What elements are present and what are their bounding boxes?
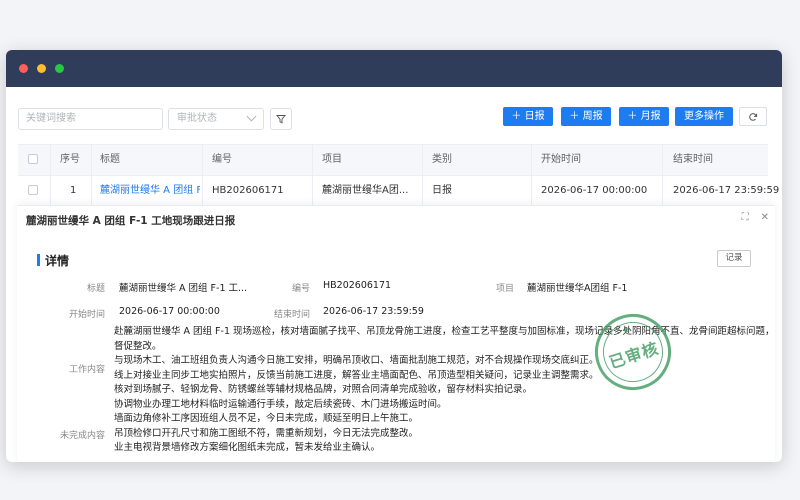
row-code: HB202606171 bbox=[212, 185, 284, 196]
panel-title: 麓湖丽世缦华 A 团组 F-1 工地现场跟进日报 bbox=[26, 215, 236, 227]
start-label: 开始时间 bbox=[68, 310, 105, 320]
content-label: 工作内容 bbox=[68, 365, 105, 375]
unfinished-line: 吊顶检修口开孔尺寸和施工图纸不符，需重新规划，今日无法完成整改。 bbox=[114, 427, 419, 439]
row-end-time: 2026-06-17 23:59:59 bbox=[673, 185, 780, 196]
table-row[interactable]: 1 麓湖丽世缦华 A 团组 F HB202606171 麓湖丽世缦华A团... … bbox=[18, 176, 779, 206]
row-checkbox[interactable] bbox=[28, 185, 38, 195]
header-title: 标题 bbox=[100, 154, 120, 165]
header-end-time: 结束时间 bbox=[673, 154, 713, 165]
end-label: 结束时间 bbox=[273, 310, 310, 320]
toolbar: 关键词搜索 审批状态 ＋ 日报 ＋ 周报 ＋ 月报 更多操作 bbox=[6, 87, 782, 143]
row-title-link[interactable]: 麓湖丽世缦华 A 团组 F bbox=[100, 176, 200, 205]
more-actions-button[interactable]: 更多操作 bbox=[675, 107, 733, 126]
content-line: 赴麓湖丽世缦华 A 团组 F-1 现场巡检，核对墙面腻子找平、吊顶龙骨施工进度，… bbox=[114, 326, 775, 337]
report-table: 序号 标题 编号 项目 类别 开始时间 结束时间 1 麓湖丽世缦华 A 团组 F… bbox=[18, 144, 779, 206]
minimize-window-dot[interactable] bbox=[37, 64, 46, 73]
work-content: 赴麓湖丽世缦华 A 团组 F-1 现场巡检，核对墙面腻子找平、吊顶龙骨施工进度，… bbox=[114, 325, 775, 413]
unfinished-label: 未完成内容 bbox=[59, 431, 105, 441]
panel-controls: ⛶ ✕ bbox=[742, 212, 769, 223]
title-value: 麓湖丽世缦华 A 团组 F-1 工... bbox=[119, 283, 248, 294]
section-heading: 详情 bbox=[37, 252, 69, 269]
end-value: 2026-06-17 23:59:59 bbox=[323, 306, 424, 317]
project-link[interactable]: 麓湖丽世缦华A团组 F-1 bbox=[527, 280, 627, 294]
maximize-window-dot[interactable] bbox=[55, 64, 64, 73]
header-project: 项目 bbox=[322, 154, 342, 165]
add-monthly-button[interactable]: ＋ 月报 bbox=[619, 107, 669, 126]
unfinished-content: 墙面边角修补工序因班组人员不足，今日未完成，顺延至明日上午施工。 吊顶检修口开孔… bbox=[114, 412, 418, 456]
status-select[interactable]: 审批状态 bbox=[168, 108, 264, 130]
select-all-checkbox[interactable] bbox=[28, 154, 38, 164]
row-index: 1 bbox=[70, 185, 77, 196]
table-header: 序号 标题 编号 项目 类别 开始时间 结束时间 bbox=[18, 144, 768, 176]
start-value: 2026-06-17 00:00:00 bbox=[119, 306, 220, 317]
header-category: 类别 bbox=[432, 154, 452, 165]
refresh-icon bbox=[749, 112, 758, 121]
code-value: HB202606171 bbox=[323, 280, 392, 291]
filter-button[interactable] bbox=[270, 108, 292, 130]
search-input[interactable]: 关键词搜索 bbox=[18, 108, 163, 130]
code-label: 编号 bbox=[291, 284, 310, 294]
add-weekly-button[interactable]: ＋ 周报 bbox=[561, 107, 611, 126]
add-daily-button[interactable]: ＋ 日报 bbox=[503, 107, 553, 126]
chevron-down-icon bbox=[246, 111, 257, 122]
filter-icon bbox=[276, 115, 286, 124]
unfinished-line: 墙面边角修补工序因班组人员不足，今日未完成，顺延至明日上午施工。 bbox=[114, 413, 419, 424]
record-button[interactable]: 记录 bbox=[717, 250, 751, 267]
app-window: 关键词搜索 审批状态 ＋ 日报 ＋ 周报 ＋ 月报 更多操作 序号 标题 编号 … bbox=[6, 50, 782, 462]
expand-icon[interactable]: ⛶ bbox=[742, 212, 749, 223]
status-select-placeholder: 审批状态 bbox=[177, 113, 217, 124]
content-line: 与现场木工、油工班组负责人沟通今日施工安排，明确吊顶收口、墙面批刮施工规范，对不… bbox=[114, 355, 599, 367]
project-label: 项目 bbox=[495, 284, 514, 294]
row-category: 日报 bbox=[432, 185, 452, 196]
close-icon[interactable]: ✕ bbox=[761, 212, 769, 223]
unfinished-line: 业主电视背景墙修改方案细化图纸未完成，暂未发给业主确认。 bbox=[114, 442, 381, 454]
content-line: 核对到场腻子、轻钢龙骨、防锈螺丝等辅材规格品牌，对照合同清单完成验收，留存材料实… bbox=[114, 384, 533, 396]
header-code: 编号 bbox=[212, 154, 232, 165]
content-line: 协调物业办理工地材料临时运输通行手续，敲定后续瓷砖、木门进场搬运时间。 bbox=[114, 398, 447, 410]
row-project: 麓湖丽世缦华A团... bbox=[322, 185, 409, 196]
close-window-dot[interactable] bbox=[19, 64, 28, 73]
row-start-time: 2026-06-17 00:00:00 bbox=[541, 185, 648, 196]
title-label: 标题 bbox=[86, 284, 105, 294]
header-index: 序号 bbox=[60, 154, 80, 165]
content-line: 督促整改。 bbox=[114, 340, 162, 352]
window-titlebar bbox=[6, 50, 782, 87]
header-start-time: 开始时间 bbox=[541, 154, 581, 165]
refresh-button[interactable] bbox=[739, 107, 767, 126]
content-line: 线上对接业主同步工地实拍照片，反馈当前施工进度，解答业主墙面配色、吊顶造型相关疑… bbox=[114, 369, 599, 381]
report-detail-panel: 麓湖丽世缦华 A 团组 F-1 工地现场跟进日报 ⛶ ✕ 详情 记录 标题 麓湖… bbox=[17, 205, 775, 462]
